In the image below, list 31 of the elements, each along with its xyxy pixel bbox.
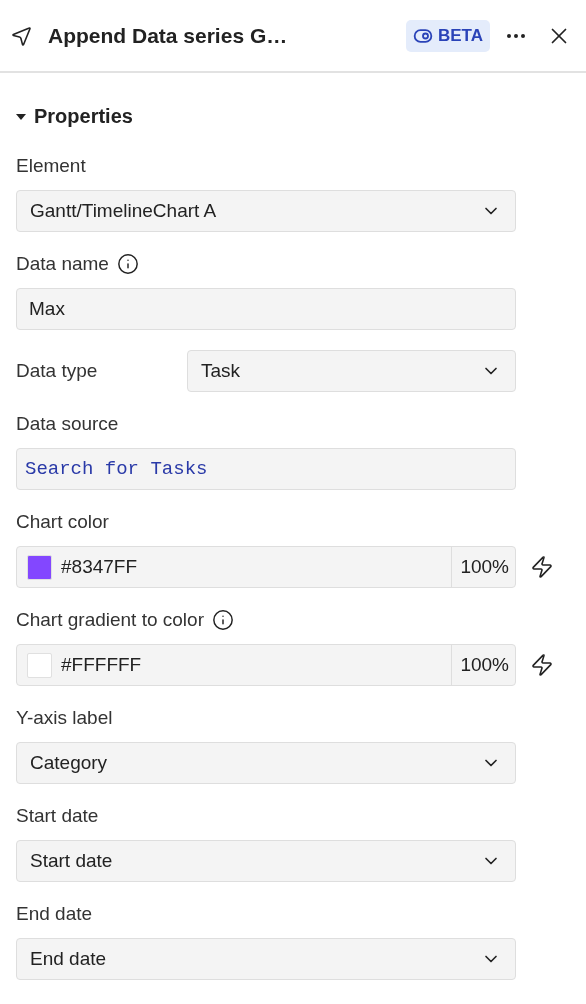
- lightning-icon[interactable]: [530, 555, 554, 579]
- field-label: Data name: [16, 253, 109, 275]
- section-header[interactable]: Properties: [16, 105, 133, 128]
- color-swatch[interactable]: [27, 554, 52, 580]
- field-label: Element: [16, 155, 86, 177]
- hex-value: #8347FF: [61, 556, 139, 578]
- opacity-value[interactable]: 100%: [451, 547, 515, 587]
- color-field[interactable]: #FFFFFF 100%: [16, 644, 516, 686]
- field-label: Chart color: [16, 511, 109, 533]
- info-icon[interactable]: [212, 609, 234, 631]
- field-label: Data type: [16, 360, 98, 382]
- input-field[interactable]: Max: [16, 288, 516, 330]
- beta-badge[interactable]: BETA: [406, 19, 490, 52]
- dropdown[interactable]: Gantt/TimelineChart A: [16, 190, 516, 232]
- dropdown[interactable]: Category: [16, 742, 516, 784]
- panel-title: Append Data series G…: [48, 23, 289, 48]
- dropdown[interactable]: Start date: [16, 840, 516, 882]
- dropdown[interactable]: Task: [187, 350, 516, 392]
- field-label: Chart gradient to color: [16, 609, 204, 631]
- color-field[interactable]: #8347FF 100%: [16, 546, 516, 588]
- opacity-value[interactable]: 100%: [451, 645, 515, 685]
- field-label: Data source: [16, 413, 119, 435]
- info-icon[interactable]: [116, 253, 139, 275]
- color-swatch[interactable]: [27, 652, 52, 678]
- field-label: Start date: [16, 805, 99, 827]
- field-label: End date: [16, 903, 93, 925]
- search-field[interactable]: Search for Tasks: [16, 448, 516, 490]
- hex-value: #FFFFFF: [61, 654, 143, 676]
- lightning-icon[interactable]: [530, 653, 554, 677]
- dropdown[interactable]: End date: [16, 938, 516, 980]
- field-label: Y-axis label: [16, 707, 113, 729]
